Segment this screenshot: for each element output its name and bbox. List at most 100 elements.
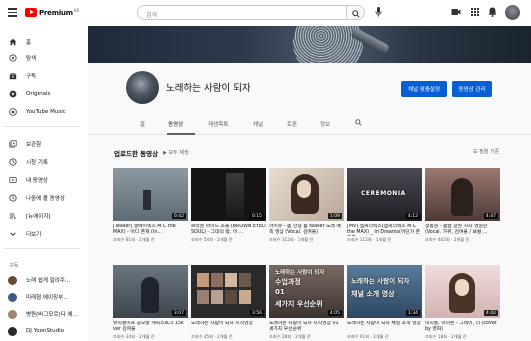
tab-home[interactable]: 홈 <box>140 120 145 128</box>
subscription-channel[interactable]: 미래형 에이징부... <box>0 289 84 305</box>
sidebar-show-more[interactable]: 더보기 <box>0 226 84 242</box>
play-all-link[interactable]: ▶ 모두 재생 <box>163 149 188 156</box>
video-card[interactable]: 0:15 브라운 아이드 소울 (BROWN EYED SOUL) - 그대의 … <box>191 168 266 243</box>
thumbnail-figure <box>226 173 244 218</box>
video-card[interactable]: 4:47 정동원 - 봄날 같은 사자 영원한 (Vocal. 가위, 김여울 … <box>425 168 500 243</box>
thumbnail-collage-tile <box>239 273 251 287</box>
video-card[interactable]: 노래하는 사람이 되자 채널 소개 영상 1:34 노래하는 사람이 되자 채널… <box>347 265 422 340</box>
thumbnail-collage-tile <box>225 273 237 287</box>
video-meta: 조회수 54회 · 2개월 전 <box>191 237 233 242</box>
sidebar-item-label: 보관함 <box>26 142 42 148</box>
tab-discussion[interactable]: 토론 <box>287 120 297 128</box>
video-title[interactable]: 아이유 - 봄 안녕 봄 teaser 노래 예측 영상 (Vocal. 김여울… <box>269 224 344 236</box>
sort-button[interactable]: ☰ 정렬 기준 <box>473 148 499 155</box>
sidebar-item-label: [뉴에이지] <box>26 214 51 220</box>
subscription-channel[interactable]: 노래 쉽게 알려주... <box>0 272 84 288</box>
video-title[interactable]: 노래하는 사람이 되자 채널 소개 영상 <box>347 321 422 333</box>
video-duration: 4:05 <box>327 310 342 316</box>
video-thumbnail[interactable]: 4:42 <box>425 265 500 318</box>
channel-header: 노래하는 사람이 되자 채널 맞춤설정 동영상 관리 <box>88 63 531 111</box>
channel-search-icon[interactable] <box>355 119 362 126</box>
mic-icon[interactable] <box>375 7 382 17</box>
manage-videos-button[interactable]: 동영상 관리 <box>452 81 492 97</box>
video-thumbnail[interactable]: 노래하는 사람이 되자 수업과정 01 세가지 우선순위 4:05 <box>269 265 344 318</box>
video-card[interactable]: CEREMONIA 4:12 [MV] 엠씨더맥스(엠씨더맥스 M.C the … <box>347 168 422 243</box>
top-bar: Premium KR 검색 <box>0 0 531 26</box>
sidebar-item-explore[interactable]: 탐색 <box>0 50 84 66</box>
sidebar-item-playlist[interactable]: [뉴에이지] <box>0 208 84 224</box>
subscription-channel[interactable]: 병원(바그모르)다 에... <box>0 306 84 322</box>
search-input[interactable]: 검색 <box>137 5 347 20</box>
video-thumbnail[interactable]: 3:56 <box>191 265 266 318</box>
thumbnail-face <box>297 180 311 198</box>
video-card[interactable]: 노래하는 사람이 되자 수업과정 01 세가지 우선순위 4:05 노래하는 사… <box>269 265 344 340</box>
video-title[interactable]: 뮤지컬이프 공모방 캐릭스토크 15k ver 김여울 <box>113 321 188 333</box>
video-duration: 0:42 <box>171 213 186 219</box>
thumbnail-face <box>455 279 469 296</box>
play-all-icon: ▶ <box>163 150 167 156</box>
channel-banner <box>88 26 531 63</box>
sidebar-item-label: 탐색 <box>26 56 37 62</box>
video-thumbnail[interactable]: 4:47 <box>425 168 500 221</box>
sidebar-item-label: 구독 <box>26 74 37 80</box>
sidebar-item-watch-later[interactable]: 나중에 볼 동영상 <box>0 190 84 206</box>
video-card[interactable]: 4:42 미지통, 미미존 - 그레이, 너 (cover by 영화) 조회수… <box>425 265 500 340</box>
video-title[interactable]: [MV] 엠씨더맥스(엠씨더맥스 M.C the MAX) _ In Dream… <box>347 224 422 236</box>
sidebar-item-my-videos[interactable]: 내 동영상 <box>0 172 84 188</box>
video-thumbnail[interactable]: 1:09 <box>269 168 344 221</box>
menu-icon[interactable] <box>8 8 17 17</box>
customize-channel-button[interactable]: 채널 맞춤설정 <box>401 81 447 97</box>
sidebar-item-music[interactable]: YouTube Music <box>0 104 84 120</box>
video-duration: 3:56 <box>249 310 264 316</box>
sort-label: 정렬 기준 <box>479 149 500 155</box>
video-card[interactable]: 3:07 뮤지컬이프 공모방 캐릭스토크 15k ver 김여울 조회수 34회… <box>113 265 188 340</box>
sidebar-item-subscriptions[interactable]: 구독 <box>0 68 84 84</box>
video-card[interactable]: 0:42 [Teaser] 앵에이엑스 M.C the MAX) - 어디 존재… <box>113 168 188 243</box>
tab-videos[interactable]: 동영상 <box>168 120 183 128</box>
sidebar-item-label: 시청 기록 <box>26 160 48 166</box>
sidebar-item-library[interactable]: 보관함 <box>0 136 84 152</box>
video-title[interactable]: 정동원 - 봄날 같은 사자 영원한 (Vocal. 가위, 김여울 / 보컬 … <box>425 224 500 236</box>
video-thumbnail[interactable]: 0:42 <box>113 168 188 221</box>
home-icon <box>9 38 17 46</box>
sidebar: 홈 탐색 구독 Originals YouTube Music 보관함 시청 기… <box>0 26 84 341</box>
tab-channels[interactable]: 채널 <box>253 120 263 128</box>
video-thumbnail[interactable]: 노래하는 사람이 되자 채널 소개 영상 1:34 <box>347 265 422 318</box>
video-title[interactable]: 미지통, 미미존 - 그레이, 너 (cover by 영화) <box>425 321 500 333</box>
video-title[interactable]: [Teaser] 앵에이엑스 M.C the MAX) - 어디 존재 (In.… <box>113 224 188 236</box>
subscription-label: DJ YoonStudio <box>26 328 64 334</box>
sidebar-item-history[interactable]: 시청 기록 <box>0 154 84 170</box>
video-title[interactable]: 노래하는 사람이 되자 시작영상 <box>191 321 266 333</box>
video-meta: 조회수 312회 · 1개월 전 <box>269 237 314 242</box>
channel-avatar <box>8 326 17 336</box>
sidebar-item-home[interactable]: 홈 <box>0 34 84 50</box>
video-thumbnail[interactable]: CEREMONIA 4:12 <box>347 168 422 221</box>
video-card[interactable]: 3:56 노래하는 사람이 되자 시작영상 조회수 45회 · 2개월 전 <box>191 265 266 340</box>
video-meta: 조회수 112회 · 1개월 전 <box>347 237 392 242</box>
thumbnail-collage-tile <box>225 290 237 304</box>
search-button[interactable] <box>347 5 365 20</box>
account-avatar[interactable] <box>505 5 520 20</box>
subscription-channel[interactable]: DJ YoonStudio <box>0 323 84 339</box>
thumbnail-caption: 노래하는 사람이 되자 <box>275 270 325 276</box>
video-meta: 조회수 462회 · 2개월 전 <box>425 237 470 242</box>
video-thumbnail[interactable]: 3:07 <box>113 265 188 318</box>
video-title[interactable]: 브라운 아이드 소울 (BROWN EYED SOUL) - 그대의 방, 이 … <box>191 224 266 236</box>
apps-icon[interactable] <box>470 7 480 17</box>
library-icon <box>9 140 17 148</box>
notification-bell-icon[interactable] <box>488 7 497 17</box>
video-meta: 조회수 28회 · 2개월 전 <box>269 334 311 339</box>
thumbnail-caption: CEREMONIA <box>361 190 406 197</box>
originals-icon <box>9 90 17 98</box>
sidebar-item-originals[interactable]: Originals <box>0 86 84 102</box>
sidebar-divider <box>4 248 80 249</box>
youtube-logo[interactable]: Premium KR <box>25 8 79 17</box>
tab-playlists[interactable]: 재생목록 <box>208 120 228 128</box>
channel-avatar <box>8 292 17 302</box>
video-thumbnail[interactable]: 0:15 <box>191 168 266 221</box>
tab-about[interactable]: 정보 <box>320 120 330 128</box>
channel-avatar[interactable] <box>126 71 159 104</box>
create-video-icon[interactable] <box>451 7 461 17</box>
video-card[interactable]: 1:09 아이유 - 봄 안녕 봄 teaser 노래 예측 영상 (Vocal… <box>269 168 344 243</box>
video-title[interactable]: 노래하는 사람이 되자 시작영상 01 세가지 우선순위 <box>269 321 344 333</box>
